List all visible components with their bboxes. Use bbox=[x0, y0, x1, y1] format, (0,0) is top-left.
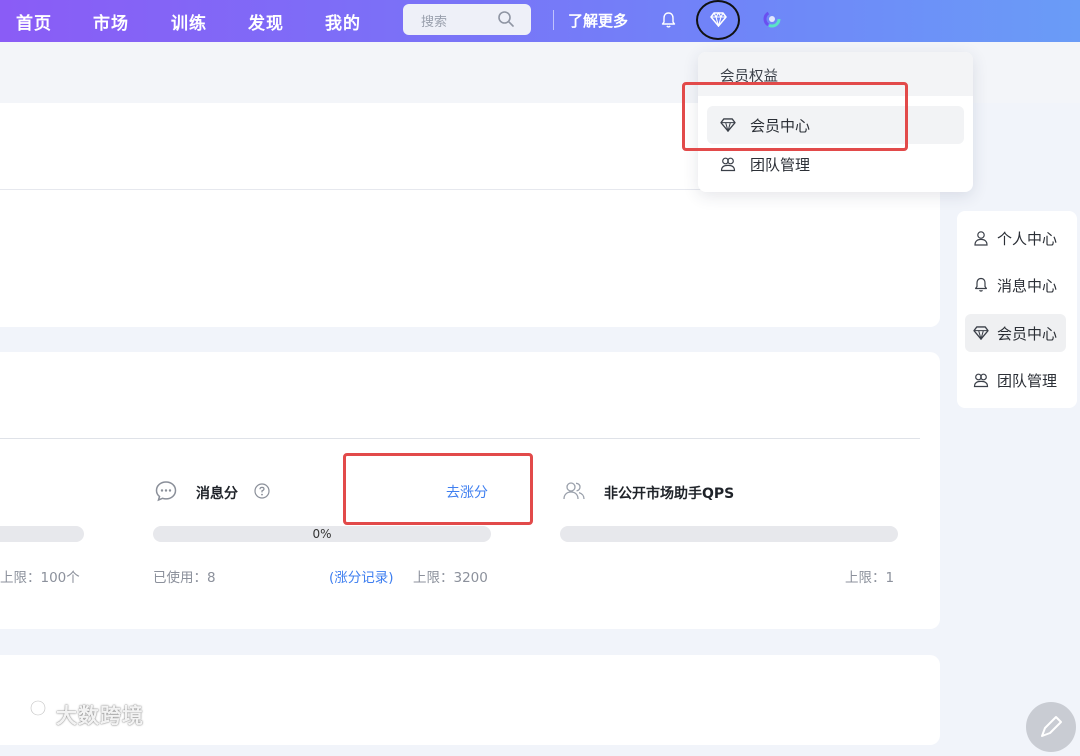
bell-icon bbox=[973, 277, 989, 297]
watermark-text: 大数跨境 bbox=[56, 704, 144, 728]
bell-icon[interactable] bbox=[660, 11, 677, 33]
highlight-box-member-center bbox=[682, 82, 908, 151]
chat-bubble-icon bbox=[154, 479, 178, 507]
search-icon[interactable] bbox=[497, 10, 515, 32]
users-icon bbox=[562, 479, 586, 507]
edit-fab-button[interactable] bbox=[1026, 702, 1076, 752]
side-menu-item-profile[interactable]: 个人中心 bbox=[965, 219, 1066, 257]
side-menu-item-team[interactable]: 团队管理 bbox=[965, 361, 1066, 399]
side-menu-item-membership[interactable]: 会员中心 bbox=[965, 314, 1066, 352]
app-logo-icon[interactable] bbox=[762, 9, 782, 33]
help-icon[interactable] bbox=[254, 483, 270, 503]
side-menu: 个人中心 消息中心 会员中心 团队管理 bbox=[957, 211, 1077, 408]
nav-item-home[interactable]: 首页 bbox=[16, 9, 52, 34]
qps-progress-bar bbox=[560, 526, 898, 542]
quota-progress-bar-left bbox=[0, 526, 84, 542]
nav-item-discover[interactable]: 发现 bbox=[248, 9, 284, 34]
pencil-icon bbox=[1041, 716, 1062, 737]
diamond-icon bbox=[973, 325, 989, 344]
dropdown-item-label: 团队管理 bbox=[750, 156, 811, 174]
qps-limit: 上限：1 bbox=[845, 570, 895, 586]
search-box[interactable]: 搜索 bbox=[403, 4, 531, 35]
score-history-link[interactable]: (涨分记录) bbox=[329, 566, 394, 586]
message-score-percent: 0% bbox=[312, 527, 332, 541]
message-score-title: 消息分 bbox=[196, 486, 238, 502]
side-menu-item-messages[interactable]: 消息中心 bbox=[965, 266, 1066, 304]
qps-title: 非公开市场助手QPS bbox=[604, 486, 735, 502]
side-menu-label: 消息中心 bbox=[997, 277, 1058, 295]
side-menu-label: 个人中心 bbox=[997, 230, 1058, 248]
message-score-limit: 上限：3200 bbox=[413, 570, 488, 586]
learn-more-link[interactable]: 了解更多 bbox=[568, 10, 628, 31]
nav-item-training[interactable]: 训练 bbox=[171, 9, 207, 34]
watermark-logo-icon bbox=[8, 698, 50, 730]
side-menu-label: 会员中心 bbox=[997, 325, 1058, 343]
nav-item-mine[interactable]: 我的 bbox=[325, 9, 361, 34]
left-limit-text: 上限：100个 bbox=[0, 570, 80, 586]
card-divider bbox=[0, 438, 920, 439]
top-nav-bar: 首页 市场 训练 发现 我的 搜索 了解更多 bbox=[0, 0, 1080, 42]
message-score-progress-bar: 0% bbox=[153, 526, 491, 542]
message-score-used: 已使用：8 bbox=[153, 570, 216, 586]
nav-item-market[interactable]: 市场 bbox=[93, 9, 129, 34]
user-icon bbox=[973, 230, 989, 250]
diamond-icon bbox=[710, 12, 727, 27]
team-icon bbox=[720, 156, 736, 176]
side-menu-label: 团队管理 bbox=[997, 372, 1058, 390]
member-diamond-button[interactable] bbox=[696, 0, 740, 40]
highlight-box-raise-score bbox=[343, 453, 533, 525]
search-placeholder: 搜索 bbox=[421, 15, 448, 30]
team-icon bbox=[973, 372, 989, 392]
nav-divider bbox=[553, 10, 554, 30]
